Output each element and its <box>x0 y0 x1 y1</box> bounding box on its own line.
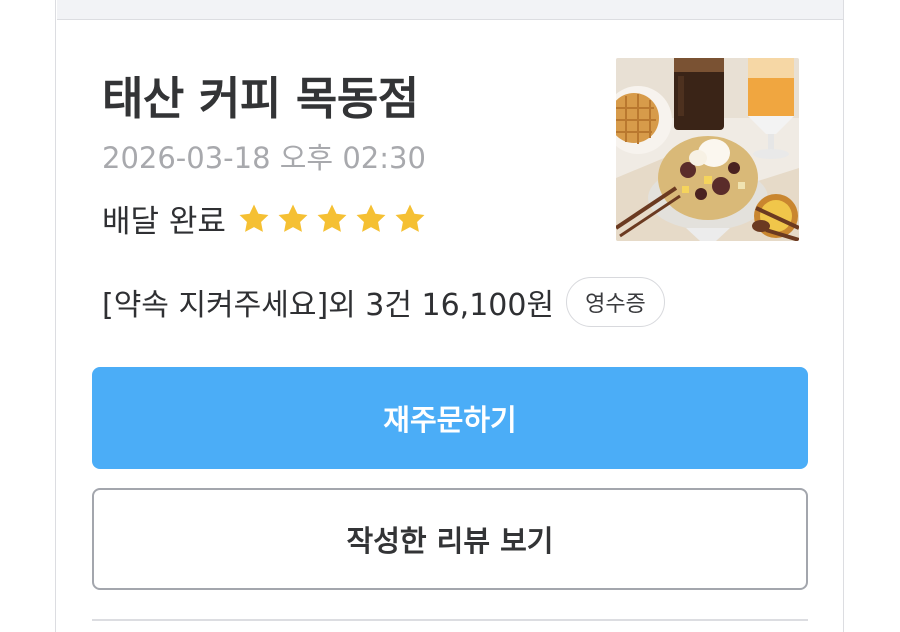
view-review-button[interactable]: 작성한 리뷰 보기 <box>92 488 808 590</box>
rating-stars <box>236 202 428 236</box>
reorder-button[interactable]: 재주문하기 <box>92 367 808 469</box>
receipt-button[interactable]: 영수증 <box>566 277 665 327</box>
star-icon <box>239 204 269 232</box>
star-icon <box>395 204 425 232</box>
star-icon <box>356 204 386 232</box>
food-photo-icon <box>616 58 799 241</box>
order-history-screen: 태산 커피 목동점 2026-03-18 오후 02:30 배달 완료 [약속 … <box>0 0 900 632</box>
delivery-status: 배달 완료 <box>102 204 226 240</box>
store-thumbnail[interactable] <box>616 58 799 241</box>
order-summary-row: [약속 지켜주세요]외 3건 16,100원 영수증 <box>102 277 665 327</box>
star-icon <box>317 204 347 232</box>
order-date: 2026-03-18 오후 02:30 <box>102 141 426 175</box>
status-row: 배달 완료 <box>102 196 428 241</box>
order-summary: [약속 지켜주세요]외 3건 16,100원 <box>102 288 555 323</box>
star-icon <box>278 204 308 232</box>
divider <box>92 619 808 621</box>
store-name[interactable]: 태산 커피 목동점 <box>102 62 419 127</box>
